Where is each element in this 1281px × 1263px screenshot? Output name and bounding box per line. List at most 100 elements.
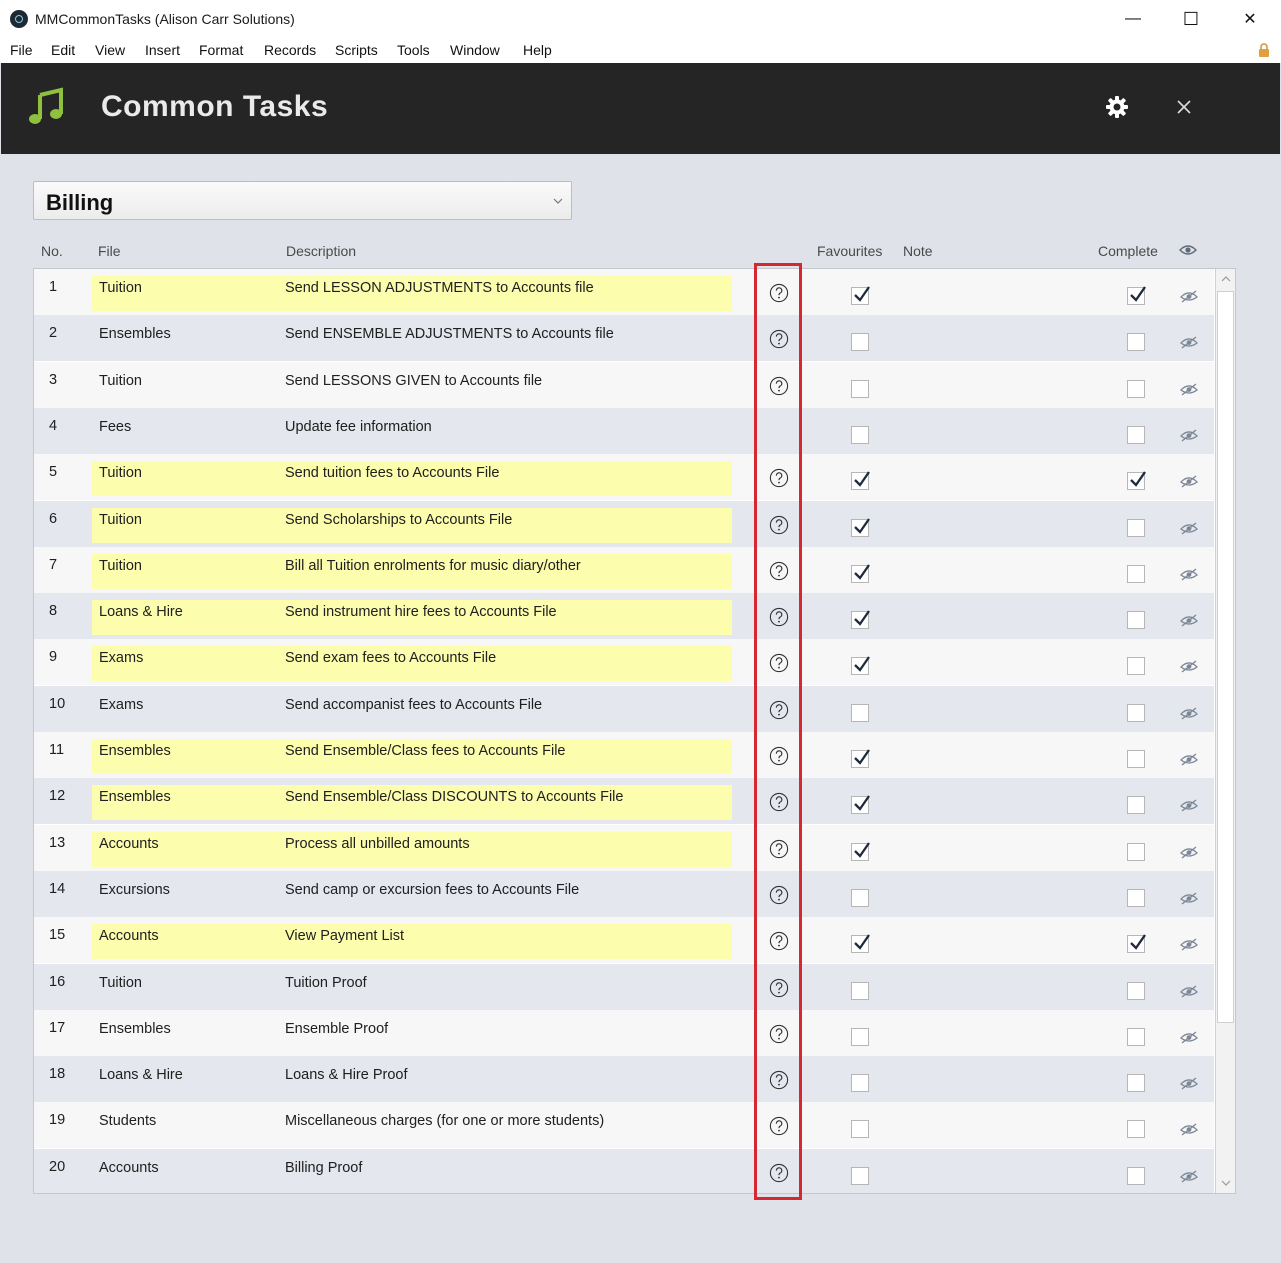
row-description[interactable]: Process all unbilled amounts (285, 836, 470, 852)
table-row[interactable]: 12 Ensembles Send Ensemble/Class DISCOUNTS… (34, 778, 1214, 824)
table-row[interactable]: 3 Tuition Send LESSONS GIVEN to Accounts f… (34, 362, 1214, 408)
favourite-checkbox[interactable] (851, 564, 870, 583)
hide-eye-icon[interactable] (1179, 1121, 1199, 1137)
row-description[interactable]: Miscellaneous charges (for one or more s… (285, 1113, 604, 1129)
complete-checkbox[interactable] (1127, 1167, 1145, 1185)
complete-checkbox[interactable] (1127, 1074, 1145, 1092)
help-icon[interactable] (769, 653, 789, 673)
complete-checkbox[interactable] (1127, 1120, 1145, 1138)
row-description[interactable]: Send Ensemble/Class DISCOUNTS to Account… (285, 789, 623, 805)
scrollbar-thumb[interactable] (1217, 291, 1234, 1023)
favourite-checkbox[interactable] (851, 934, 870, 953)
favourite-checkbox[interactable] (851, 889, 869, 907)
help-icon[interactable] (769, 561, 789, 581)
menu-scripts[interactable]: Scripts (335, 42, 378, 58)
complete-checkbox[interactable] (1127, 471, 1146, 490)
scroll-up-button[interactable] (1216, 270, 1235, 288)
help-icon[interactable] (769, 468, 789, 488)
complete-checkbox[interactable] (1127, 286, 1146, 305)
row-description[interactable]: Send LESSON ADJUSTMENTS to Accounts file (285, 280, 594, 296)
row-description[interactable]: Send LESSONS GIVEN to Accounts file (285, 373, 542, 389)
hide-eye-icon[interactable] (1179, 983, 1199, 999)
hide-eye-icon[interactable] (1179, 1075, 1199, 1091)
help-icon[interactable] (769, 885, 789, 905)
hide-eye-icon[interactable] (1179, 473, 1199, 489)
table-row[interactable]: 7 Tuition Bill all Tuition enrolments for … (34, 547, 1214, 593)
help-icon[interactable] (769, 1070, 789, 1090)
help-icon[interactable] (769, 700, 789, 720)
hide-eye-icon[interactable] (1179, 334, 1199, 350)
row-description[interactable]: Loans & Hire Proof (285, 1067, 408, 1083)
hide-eye-icon[interactable] (1179, 844, 1199, 860)
help-icon[interactable] (769, 792, 789, 812)
table-row[interactable]: 15 Accounts View Payment List (34, 917, 1214, 963)
favourite-checkbox[interactable] (851, 749, 870, 768)
row-description[interactable]: Send accompanist fees to Accounts File (285, 697, 542, 713)
row-description[interactable]: Bill all Tuition enrolments for music di… (285, 558, 581, 574)
menu-edit[interactable]: Edit (51, 42, 75, 58)
complete-checkbox[interactable] (1127, 426, 1145, 444)
favourite-checkbox[interactable] (851, 1028, 869, 1046)
favourite-checkbox[interactable] (851, 1120, 869, 1138)
row-description[interactable]: Send camp or excursion fees to Accounts … (285, 882, 579, 898)
menu-window[interactable]: Window (450, 42, 500, 58)
table-row[interactable]: 20 Accounts Billing Proof (34, 1149, 1214, 1193)
table-row[interactable]: 13 Accounts Process all unbilled amounts (34, 825, 1214, 871)
complete-checkbox[interactable] (1127, 704, 1145, 722)
close-icon[interactable] (1173, 96, 1195, 118)
gear-icon[interactable] (1105, 95, 1129, 119)
favourite-checkbox[interactable] (851, 704, 869, 722)
menu-file[interactable]: File (10, 42, 33, 58)
table-row[interactable]: 2 Ensembles Send ENSEMBLE ADJUSTMENTS to A… (34, 315, 1214, 361)
hide-eye-icon[interactable] (1179, 751, 1199, 767)
complete-checkbox[interactable] (1127, 796, 1145, 814)
column-header-note[interactable]: Note (903, 243, 933, 259)
complete-checkbox[interactable] (1127, 982, 1145, 1000)
help-icon[interactable] (769, 607, 789, 627)
hide-eye-icon[interactable] (1179, 705, 1199, 721)
row-description[interactable]: Tuition Proof (285, 975, 367, 991)
row-description[interactable]: Send Scholarships to Accounts File (285, 512, 512, 528)
column-header-complete[interactable]: Complete (1098, 243, 1158, 259)
table-row[interactable]: 8 Loans & Hire Send instrument hire fees t… (34, 593, 1214, 639)
hide-eye-icon[interactable] (1179, 520, 1199, 536)
complete-checkbox[interactable] (1127, 843, 1145, 861)
complete-checkbox[interactable] (1127, 934, 1146, 953)
scrollbar[interactable] (1215, 269, 1235, 1193)
help-icon[interactable] (769, 931, 789, 951)
help-icon[interactable] (769, 839, 789, 859)
scroll-down-button[interactable] (1216, 1174, 1235, 1192)
menu-insert[interactable]: Insert (145, 42, 180, 58)
row-description[interactable]: Ensemble Proof (285, 1021, 388, 1037)
table-row[interactable]: 18 Loans & Hire Loans & Hire Proof (34, 1056, 1214, 1102)
table-row[interactable]: 14 Excursions Send camp or excursion fees … (34, 871, 1214, 917)
help-icon[interactable] (769, 1024, 789, 1044)
table-row[interactable]: 16 Tuition Tuition Proof (34, 964, 1214, 1010)
menu-tools[interactable]: Tools (397, 42, 430, 58)
help-icon[interactable] (769, 515, 789, 535)
complete-checkbox[interactable] (1127, 380, 1145, 398)
hide-eye-icon[interactable] (1179, 1168, 1199, 1184)
help-icon[interactable] (769, 1116, 789, 1136)
complete-checkbox[interactable] (1127, 1028, 1145, 1046)
help-icon[interactable] (769, 1163, 789, 1183)
table-row[interactable]: 11 Ensembles Send Ensemble/Class fees to A… (34, 732, 1214, 778)
hide-eye-icon[interactable] (1179, 427, 1199, 443)
row-description[interactable]: Send exam fees to Accounts File (285, 650, 496, 666)
complete-checkbox[interactable] (1127, 565, 1145, 583)
hide-eye-icon[interactable] (1179, 658, 1199, 674)
hide-eye-icon[interactable] (1179, 612, 1199, 628)
favourite-checkbox[interactable] (851, 1167, 869, 1185)
row-description[interactable]: Send Ensemble/Class fees to Accounts Fil… (285, 743, 565, 759)
category-dropdown[interactable]: Billing (33, 181, 572, 220)
menu-format[interactable]: Format (199, 42, 243, 58)
minimize-button[interactable]: — (1110, 4, 1156, 34)
hide-eye-icon[interactable] (1179, 936, 1199, 952)
row-description[interactable]: Billing Proof (285, 1160, 362, 1176)
hide-eye-icon[interactable] (1179, 1029, 1199, 1045)
hide-eye-icon[interactable] (1179, 381, 1199, 397)
table-row[interactable]: 17 Ensembles Ensemble Proof (34, 1010, 1214, 1056)
complete-checkbox[interactable] (1127, 519, 1145, 537)
hide-eye-icon[interactable] (1179, 566, 1199, 582)
row-description[interactable]: View Payment List (285, 928, 404, 944)
